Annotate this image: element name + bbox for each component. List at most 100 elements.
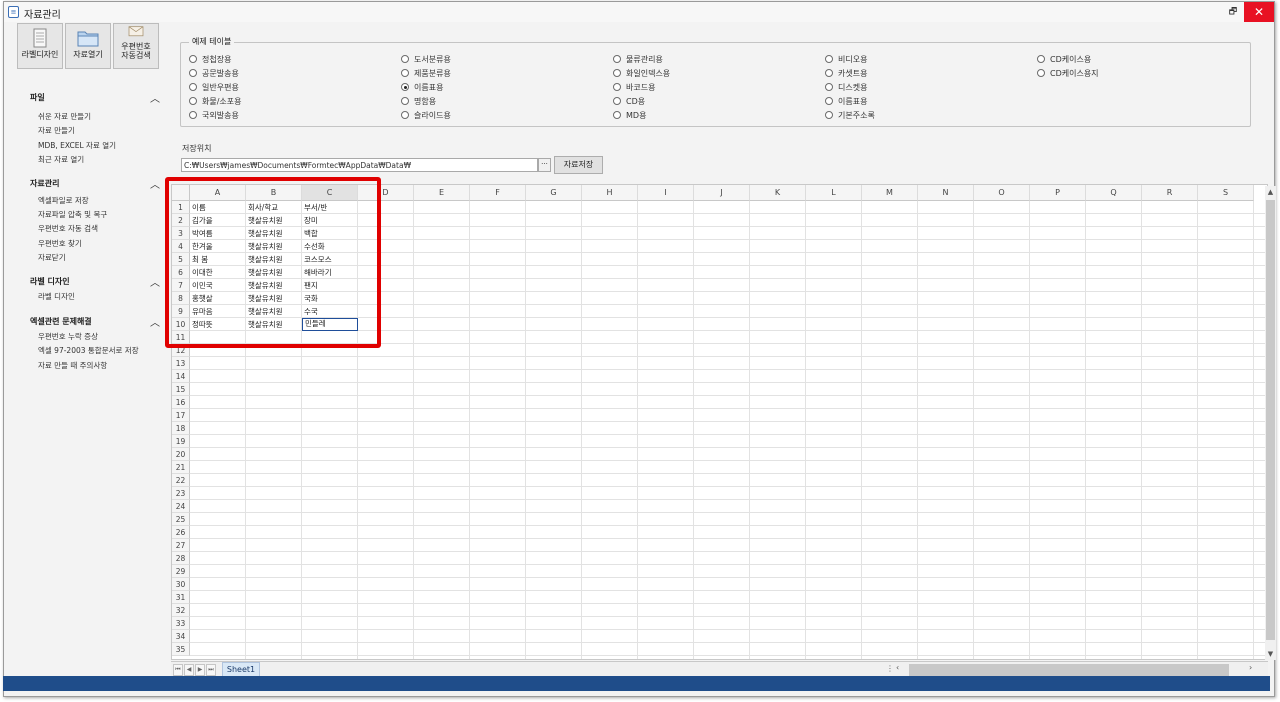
column-header[interactable]: G	[526, 185, 582, 201]
browse-button[interactable]: ···	[538, 158, 551, 172]
radio-circle-icon[interactable]	[825, 69, 833, 77]
radio-circle-icon[interactable]	[1037, 55, 1045, 63]
radio-circle-icon[interactable]	[401, 83, 409, 91]
row-header[interactable]: 20	[172, 448, 190, 461]
sidebar-item-postal-missing[interactable]: 우편번호 누락 증상	[30, 330, 160, 344]
radio-circle-icon[interactable]	[401, 69, 409, 77]
example-radio-option[interactable]: 국외발송용	[189, 109, 239, 121]
chevron-up-icon[interactable]: ︿	[150, 176, 160, 191]
scroll-thumb[interactable]	[1266, 200, 1275, 640]
example-radio-option[interactable]: 화물/소포용	[189, 95, 242, 107]
scroll-right-icon[interactable]: ›	[1249, 663, 1252, 672]
radio-circle-icon[interactable]	[401, 55, 409, 63]
example-radio-option[interactable]: CD케이스용	[1037, 53, 1091, 65]
sidebar-item-postal-auto[interactable]: 우편번호 자동 검색	[30, 222, 160, 236]
row-header[interactable]: 32	[172, 604, 190, 617]
save-data-button[interactable]: 자료저장	[554, 156, 603, 174]
example-radio-option[interactable]: 화일인덱스용	[613, 67, 670, 79]
column-header[interactable]: O	[974, 185, 1030, 201]
radio-circle-icon[interactable]	[401, 111, 409, 119]
radio-circle-icon[interactable]	[613, 69, 621, 77]
row-header[interactable]: 29	[172, 565, 190, 578]
sidebar-item-open-mdb-excel[interactable]: MDB, EXCEL 자료 열기	[30, 139, 160, 153]
row-header[interactable]: 19	[172, 435, 190, 448]
first-sheet-icon[interactable]: ⏮	[173, 664, 183, 676]
radio-circle-icon[interactable]	[189, 97, 197, 105]
example-radio-option[interactable]: 제품분류용	[401, 67, 451, 79]
example-radio-option[interactable]: 이름표용	[401, 81, 443, 93]
example-radio-option[interactable]: MD용	[613, 109, 646, 121]
column-header[interactable]: F	[470, 185, 526, 201]
radio-circle-icon[interactable]	[825, 111, 833, 119]
radio-circle-icon[interactable]	[401, 97, 409, 105]
label-design-button[interactable]: 라벨디자인	[17, 23, 63, 69]
row-header[interactable]: 21	[172, 461, 190, 474]
scroll-down-icon[interactable]: ▼	[1265, 648, 1276, 660]
sidebar-item-cautions[interactable]: 자료 만들 때 주의사항	[30, 359, 160, 373]
postal-search-button[interactable]: 우편번호 자동검색	[113, 23, 159, 69]
column-header[interactable]: S	[1198, 185, 1254, 201]
row-header[interactable]: 16	[172, 396, 190, 409]
column-header[interactable]: H	[582, 185, 638, 201]
save-path-input[interactable]	[181, 158, 538, 172]
radio-circle-icon[interactable]	[825, 83, 833, 91]
example-radio-option[interactable]: 명함용	[401, 95, 436, 107]
column-header[interactable]: K	[750, 185, 806, 201]
row-header[interactable]: 23	[172, 487, 190, 500]
chevron-up-icon[interactable]: ︿	[150, 314, 160, 329]
row-header[interactable]: 28	[172, 552, 190, 565]
row-header[interactable]: 31	[172, 591, 190, 604]
column-header[interactable]: P	[1030, 185, 1086, 201]
sidebar-item-close-data[interactable]: 자료닫기	[30, 251, 160, 265]
close-button[interactable]: ✕	[1244, 2, 1274, 22]
chevron-up-icon[interactable]: ︿	[150, 274, 160, 289]
radio-circle-icon[interactable]	[189, 69, 197, 77]
column-header[interactable]: M	[862, 185, 918, 201]
sidebar-item-postal-find[interactable]: 우편번호 찾기	[30, 237, 160, 251]
example-radio-option[interactable]: 기본주소록	[825, 109, 875, 121]
row-header[interactable]: 15	[172, 383, 190, 396]
row-header[interactable]: 24	[172, 500, 190, 513]
sidebar-item-create[interactable]: 자료 만들기	[30, 124, 160, 138]
column-header[interactable]: E	[414, 185, 470, 201]
example-radio-option[interactable]: 비디오용	[825, 53, 867, 65]
example-radio-option[interactable]: 일반우편용	[189, 81, 239, 93]
column-header[interactable]: I	[638, 185, 694, 201]
radio-circle-icon[interactable]	[189, 111, 197, 119]
row-header[interactable]: 13	[172, 357, 190, 370]
radio-circle-icon[interactable]	[613, 111, 621, 119]
radio-circle-icon[interactable]	[825, 55, 833, 63]
column-header[interactable]: N	[918, 185, 974, 201]
scroll-left-icon[interactable]: ‹	[896, 663, 899, 672]
radio-circle-icon[interactable]	[1037, 69, 1045, 77]
prev-sheet-icon[interactable]: ◀	[184, 664, 194, 676]
row-header[interactable]: 34	[172, 630, 190, 643]
radio-circle-icon[interactable]	[613, 55, 621, 63]
example-radio-option[interactable]: 도서분류용	[401, 53, 451, 65]
vertical-scrollbar[interactable]: ▲ ▼	[1265, 186, 1276, 660]
tab-sheet1[interactable]: Sheet1	[222, 662, 260, 677]
open-data-button[interactable]: 자료열기	[65, 23, 111, 69]
example-radio-option[interactable]: 슬라이드용	[401, 109, 451, 121]
sidebar-item-recent[interactable]: 최근 자료 열기	[30, 153, 160, 167]
row-header[interactable]: 30	[172, 578, 190, 591]
column-header[interactable]: Q	[1086, 185, 1142, 201]
example-radio-option[interactable]: 카셋트용	[825, 67, 867, 79]
radio-circle-icon[interactable]	[189, 83, 197, 91]
split-handle-icon[interactable]: ⋮	[886, 664, 894, 673]
scroll-up-icon[interactable]: ▲	[1265, 186, 1276, 198]
row-header[interactable]: 33	[172, 617, 190, 630]
radio-circle-icon[interactable]	[613, 97, 621, 105]
sidebar-item-label-design[interactable]: 라벨 디자인	[30, 290, 160, 304]
radio-circle-icon[interactable]	[825, 97, 833, 105]
row-header[interactable]: 26	[172, 526, 190, 539]
row-header[interactable]: 22	[172, 474, 190, 487]
row-header[interactable]: 14	[172, 370, 190, 383]
row-header[interactable]: 25	[172, 513, 190, 526]
row-header[interactable]: 17	[172, 409, 190, 422]
horizontal-scroll-thumb[interactable]	[909, 664, 1229, 676]
sidebar-item-easy-create[interactable]: 쉬운 자료 만들기	[30, 110, 160, 124]
column-header[interactable]: J	[694, 185, 750, 201]
radio-circle-icon[interactable]	[189, 55, 197, 63]
column-header[interactable]: R	[1142, 185, 1198, 201]
